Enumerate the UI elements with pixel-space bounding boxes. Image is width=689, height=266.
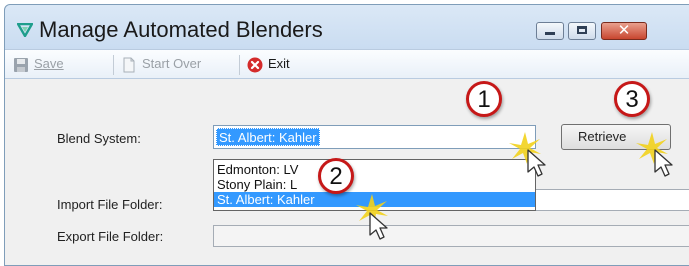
form-panel: Blend System: St. Albert: Kahler Retriev…	[5, 79, 689, 265]
dropdown-option[interactable]: Stony Plain: L	[214, 177, 535, 192]
window-title: Manage Automated Blenders	[39, 17, 323, 42]
dropdown-option[interactable]: Edmonton: LV	[214, 162, 535, 177]
close-icon: ✕	[617, 22, 631, 39]
minimize-icon	[545, 32, 555, 35]
start-over-label: Start Over	[142, 56, 202, 71]
save-button[interactable]: Save	[13, 56, 103, 74]
toolbar-separator	[239, 55, 240, 75]
exit-button[interactable]: Exit	[247, 56, 307, 74]
start-over-button[interactable]: Start Over	[121, 56, 233, 74]
blend-system-dropdown-list: Edmonton: LV Stony Plain: L St. Albert: …	[213, 159, 536, 211]
title-bar[interactable]: Manage Automated Blenders ✕	[5, 5, 689, 49]
exit-label: Exit	[268, 56, 290, 71]
import-folder-label: Import File Folder:	[57, 197, 163, 212]
toolbar-separator	[113, 55, 114, 75]
minimize-button[interactable]	[536, 22, 564, 40]
app-window: Manage Automated Blenders ✕ Save Start O…	[4, 4, 689, 266]
floppy-disk-icon	[14, 58, 28, 72]
blank-document-icon	[123, 57, 135, 73]
maximize-icon	[577, 26, 587, 34]
dropdown-option-selected[interactable]: St. Albert: Kahler	[214, 192, 535, 207]
export-folder-label: Export File Folder:	[57, 229, 164, 244]
blend-system-label: Blend System:	[57, 131, 141, 146]
maximize-button[interactable]	[568, 22, 596, 40]
exit-x-icon	[247, 57, 263, 73]
toolbar: Save Start Over Exit	[5, 49, 689, 79]
retrieve-button[interactable]: Retrieve	[561, 124, 671, 150]
app-logo-icon	[17, 23, 33, 37]
save-label: Save	[34, 56, 64, 71]
blend-system-selected-value: St. Albert: Kahler	[216, 128, 320, 146]
export-folder-field[interactable]	[213, 225, 689, 247]
blend-system-combobox[interactable]: St. Albert: Kahler	[213, 125, 536, 149]
close-button[interactable]: ✕	[601, 22, 647, 40]
